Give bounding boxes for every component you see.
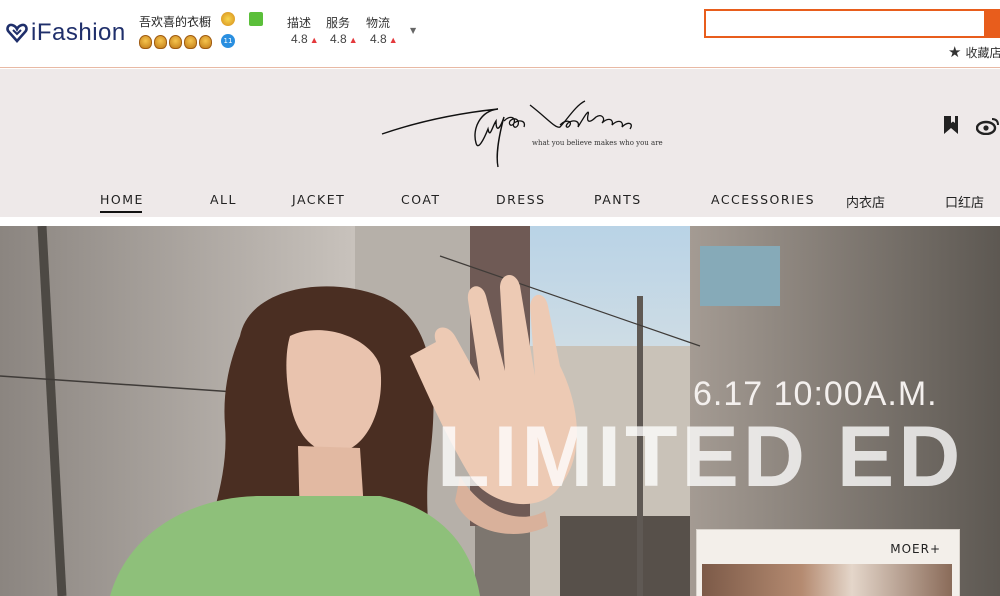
nav-home[interactable]: HOME bbox=[100, 192, 144, 213]
shop-topbar: iFashion 吾欢喜的衣橱 11 描述 4.8 ▲ 服务 4.8 ▲ 物流 4.… bbox=[0, 0, 1000, 68]
moer-label: MOER+ bbox=[890, 542, 941, 556]
nav-jacket[interactable]: JACKET bbox=[292, 192, 345, 207]
vip-badge-icon: 11 bbox=[221, 34, 235, 48]
rating-value: 4.8 bbox=[330, 32, 347, 46]
nav-lipstick-shop[interactable]: 口红店 bbox=[945, 192, 984, 211]
star-icon: ★ bbox=[948, 43, 962, 61]
category-nav: HOME ALL JACKET COAT DRESS PANTS ACCESSO… bbox=[0, 189, 1000, 215]
nav-dress[interactable]: DRESS bbox=[496, 192, 546, 207]
shop-info: 吾欢喜的衣橱 11 bbox=[139, 12, 269, 56]
search-field[interactable] bbox=[704, 9, 986, 38]
product-thumbnail bbox=[702, 564, 952, 596]
favorite-label: 收藏店 bbox=[965, 45, 1000, 60]
moer-product-card[interactable]: MOER+ bbox=[696, 529, 960, 596]
crown-icon bbox=[154, 35, 167, 49]
crown-icon bbox=[199, 35, 212, 49]
promo-banner[interactable]: 6.17 10:00A.M. LIMITED ED MOER+ bbox=[0, 226, 1000, 596]
green-tmall-icon bbox=[249, 12, 263, 26]
brand-signature-graphic bbox=[381, 100, 632, 168]
search-input[interactable] bbox=[706, 11, 984, 36]
brand-logo[interactable]: what you believe makes who you are bbox=[380, 99, 665, 169]
crown-icon bbox=[184, 35, 197, 49]
rating-label: 服务 bbox=[326, 16, 351, 30]
arrow-up-icon: ▲ bbox=[348, 35, 358, 45]
nav-accessories[interactable]: ACCESSORIES bbox=[711, 192, 815, 207]
weibo-icon[interactable] bbox=[976, 117, 1000, 135]
rating-value: 4.8 bbox=[370, 32, 387, 46]
rating-label: 物流 bbox=[366, 16, 391, 30]
favorite-shop-button[interactable]: ★ 收藏店 bbox=[948, 43, 1000, 61]
crown-icon bbox=[139, 35, 152, 49]
heart-logo-icon bbox=[6, 23, 28, 43]
brand-tagline: what you believe makes who you are bbox=[532, 139, 663, 147]
nav-underwear-shop[interactable]: 内衣店 bbox=[846, 192, 885, 211]
arrow-up-icon: ▲ bbox=[388, 35, 398, 45]
chevron-down-icon[interactable]: ▼ bbox=[410, 26, 416, 35]
search-button[interactable] bbox=[986, 9, 1000, 38]
shop-name[interactable]: 吾欢喜的衣橱 bbox=[139, 13, 211, 30]
nav-coat[interactable]: COAT bbox=[401, 192, 441, 207]
gold-medal-icon bbox=[221, 12, 235, 26]
bookmark-icon[interactable] bbox=[943, 115, 959, 135]
logo-text: iFashion bbox=[31, 19, 126, 46]
arrow-up-icon: ▲ bbox=[309, 35, 319, 45]
banner-headline: LIMITED ED bbox=[437, 409, 965, 505]
nav-pants[interactable]: PANTS bbox=[594, 192, 642, 207]
ifashion-logo[interactable]: iFashion bbox=[6, 18, 126, 48]
shop-ratings: 描述 4.8 ▲ 服务 4.8 ▲ 物流 4.8 ▲ bbox=[287, 12, 417, 52]
rating-label: 描述 bbox=[287, 16, 312, 30]
crown-icon bbox=[169, 35, 182, 49]
rating-value: 4.8 bbox=[291, 32, 308, 46]
nav-all[interactable]: ALL bbox=[210, 192, 237, 207]
shop-header: what you believe makes who you are HOME … bbox=[0, 69, 1000, 217]
